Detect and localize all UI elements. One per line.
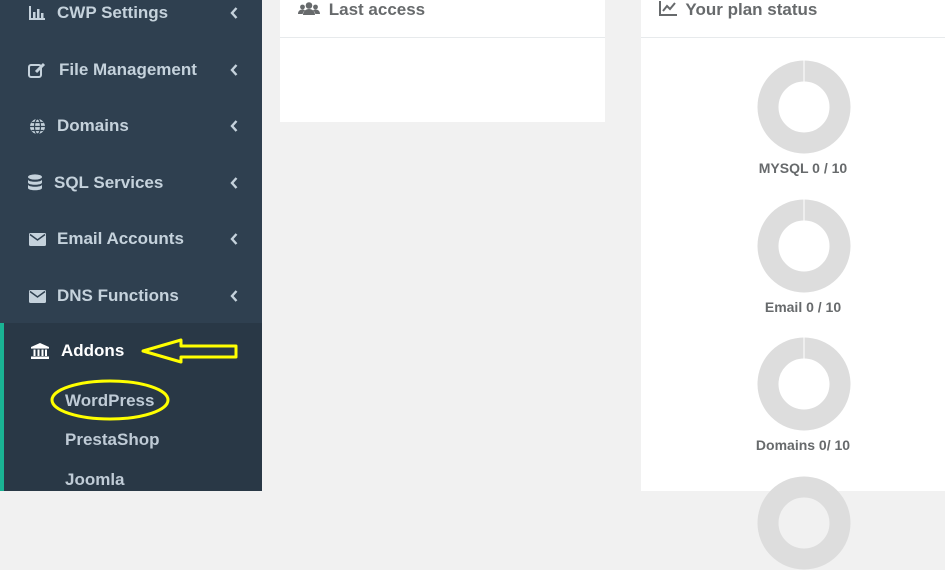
users-icon [298, 1, 320, 21]
chevron-left-icon [228, 62, 240, 78]
envelope-icon [28, 230, 46, 248]
panel-title: Your plan status [659, 0, 817, 21]
sidebar-item-addons[interactable]: Addons [0, 323, 262, 379]
sidebar-subitem-prestashop[interactable]: PrestaShop [65, 430, 159, 450]
edit-icon [28, 61, 46, 79]
plan-status-panel: Your plan status MYSQL 0 / 10 Email 0 / … [641, 0, 945, 570]
domains-usage-label: Domains 0/ 10 [755, 437, 851, 453]
chevron-left-icon [228, 288, 240, 304]
chevron-left-icon [228, 118, 240, 134]
sidebar: CWP Settings File Management Domains SQL… [0, 0, 262, 491]
panel-header: Last access [280, 0, 605, 38]
sidebar-subitem-joomla[interactable]: Joomla [65, 470, 125, 490]
chevron-left-icon [228, 231, 240, 247]
usage-donut [757, 476, 851, 570]
sidebar-item-sql-services[interactable]: SQL Services [0, 155, 262, 211]
mysql-usage-donut [757, 60, 851, 154]
sidebar-item-label: Email Accounts [57, 229, 184, 248]
chevron-left-icon [228, 5, 240, 21]
last-access-panel: Last access [280, 0, 605, 122]
sidebar-item-label: Domains [57, 116, 129, 135]
sidebar-section-addons: Addons WordPress PrestaShop Joomla [0, 323, 262, 491]
sidebar-item-dns-functions[interactable]: DNS Functions [0, 268, 262, 324]
panel-title-text: Last access [328, 0, 426, 19]
panel-title: Last access [298, 0, 425, 21]
panel-header: Your plan status [641, 0, 945, 38]
sidebar-item-email-accounts[interactable]: Email Accounts [0, 211, 262, 267]
bar-chart-icon [28, 4, 46, 22]
sidebar-item-label: Addons [61, 341, 125, 360]
domains-usage-donut [757, 337, 851, 431]
chevron-left-icon [228, 175, 240, 191]
line-chart-icon [659, 0, 677, 21]
sidebar-item-file-management[interactable]: File Management [0, 42, 262, 98]
email-usage-label: Email 0 / 10 [764, 299, 842, 315]
email-usage-donut [757, 199, 851, 293]
sidebar-subitem-wordpress[interactable]: WordPress [65, 391, 154, 411]
database-icon [26, 174, 44, 192]
sidebar-item-label: File Management [59, 60, 197, 79]
envelope-icon [28, 287, 46, 305]
sidebar-item-label: SQL Services [54, 173, 164, 192]
sidebar-item-label: DNS Functions [57, 286, 179, 305]
panel-title-text: Your plan status [685, 0, 818, 19]
sidebar-item-cwp-settings[interactable]: CWP Settings [0, 0, 262, 41]
mysql-usage-label: MYSQL 0 / 10 [758, 160, 848, 176]
bank-icon [31, 342, 49, 360]
sidebar-item-label: CWP Settings [57, 3, 169, 22]
globe-icon [28, 117, 46, 135]
sidebar-item-domains[interactable]: Domains [0, 98, 262, 154]
